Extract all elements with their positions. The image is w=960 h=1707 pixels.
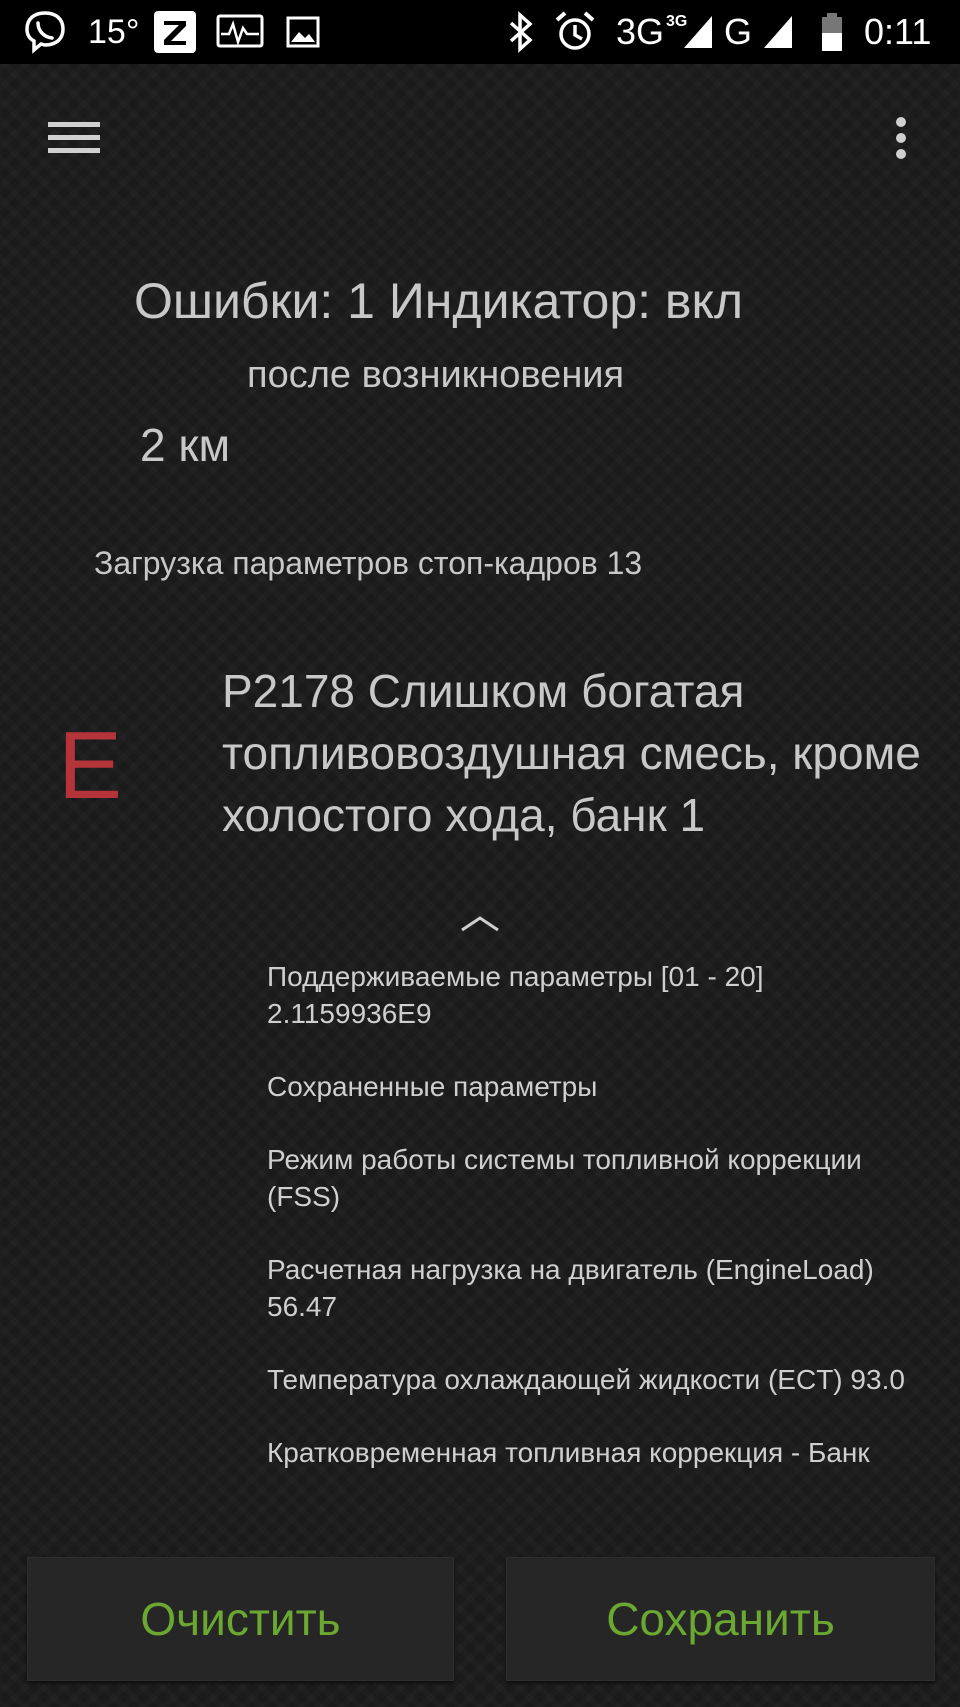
screen: 15° 3G 3G G 0:11 Ошибки: 1 Индикатор: вк… <box>0 0 960 1707</box>
chevron-up-icon[interactable] <box>458 912 502 936</box>
param-name: Кратковременная топливная коррекция - Ба… <box>267 1437 870 1468</box>
alarm-icon <box>553 0 597 64</box>
save-button[interactable]: Сохранить <box>506 1557 935 1681</box>
param-value: 93.0 <box>850 1364 905 1395</box>
status-bar: 15° 3G 3G G 0:11 <box>0 0 960 64</box>
battery-icon <box>820 0 844 64</box>
param-name: Режим работы системы топливной коррекции… <box>267 1144 862 1212</box>
signal-3g-icon <box>682 0 714 64</box>
param-name: Расчетная нагрузка на двигатель (EngineL… <box>267 1254 874 1285</box>
freeze-frame-label: Загрузка параметров стоп-кадров 13 <box>94 545 643 581</box>
list-item: Кратковременная топливная коррекция - Ба… <box>267 1434 907 1471</box>
trouble-code-title[interactable]: P2178 Слишком богатая топливовоздушная с… <box>222 660 922 846</box>
param-name: Температура охлаждающей жидкости (ECT) <box>267 1364 843 1395</box>
errors-indicator-line: Ошибки: 1 Индикатор: вкл <box>134 273 744 329</box>
list-item: Температура охлаждающей жидкости (ECT) 9… <box>267 1361 907 1398</box>
temperature-label: 15° <box>88 12 140 51</box>
param-name: Сохраненные параметры <box>267 1071 598 1102</box>
after-occurrence-label: после возникновения <box>247 354 625 396</box>
param-value: 2.1159936E9 <box>267 998 432 1029</box>
param-value: 56.47 <box>267 1291 338 1322</box>
list-item: Расчетная нагрузка на двигатель (EngineL… <box>267 1251 907 1325</box>
list-item: Сохраненные параметры <box>267 1068 907 1105</box>
overflow-menu-icon[interactable] <box>876 104 926 172</box>
image-icon <box>286 0 320 64</box>
hamburger-menu-icon[interactable] <box>34 104 114 172</box>
zen-icon <box>152 0 198 64</box>
list-item: Поддерживаемые параметры [01 - 20] 2.115… <box>267 958 907 1032</box>
network-g-label: G <box>724 11 753 52</box>
freeze-frame-params-list[interactable]: Поддерживаемые параметры [01 - 20] 2.115… <box>267 958 907 1488</box>
clock-label: 0:11 <box>864 11 932 52</box>
viber-icon <box>22 0 68 64</box>
obd-monitor-icon <box>215 0 265 64</box>
network-3g-label: 3G <box>616 11 665 52</box>
bluetooth-icon <box>506 0 536 64</box>
clear-button[interactable]: Очистить <box>27 1557 454 1681</box>
list-item: Режим работы системы топливной коррекции… <box>267 1141 907 1215</box>
param-name: Поддерживаемые параметры [01 - 20] <box>267 961 764 992</box>
signal-g-icon <box>762 0 794 64</box>
code-type-letter: E <box>58 712 123 819</box>
distance-value: 2 км <box>140 419 231 471</box>
trouble-code: P2178 <box>222 665 356 717</box>
